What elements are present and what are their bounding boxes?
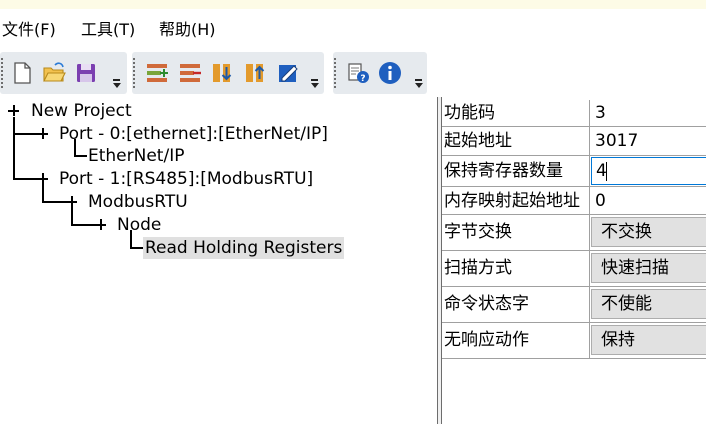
tree-node-node[interactable]: Node bbox=[117, 214, 161, 236]
add-port-icon[interactable] bbox=[144, 60, 170, 86]
prop-row: 保持寄存器数量 4 bbox=[442, 156, 706, 187]
toolbar-overflow-icon[interactable] bbox=[112, 79, 121, 89]
toolbar-overflow-icon[interactable] bbox=[310, 79, 319, 89]
prop-row: 命令状态字 不使能 bbox=[442, 287, 706, 323]
edit-icon[interactable] bbox=[276, 60, 302, 86]
toolbar-grip[interactable] bbox=[334, 58, 336, 88]
prop-name: 字节交换 bbox=[444, 222, 512, 242]
toolbar-overflow-icon[interactable] bbox=[414, 79, 423, 89]
menu-file[interactable]: 文件(F) bbox=[2, 19, 56, 41]
prop-row: 功能码 3 bbox=[442, 100, 706, 127]
prop-row: 起始地址 3017 bbox=[442, 127, 706, 156]
toolbar-area: ? bbox=[0, 51, 706, 96]
prop-name: 扫描方式 bbox=[444, 258, 512, 278]
prop-name: 无响应动作 bbox=[444, 330, 529, 350]
tree-node-read-holding-registers[interactable]: Read Holding Registers bbox=[143, 237, 345, 259]
toolbar-help: ? bbox=[333, 52, 427, 94]
scan-mode-combo[interactable]: 快速扫描 bbox=[591, 253, 706, 283]
save-icon[interactable] bbox=[73, 60, 99, 86]
prop-name: 起始地址 bbox=[444, 131, 512, 151]
register-count-input[interactable]: 4 bbox=[591, 157, 706, 185]
upload-icon[interactable] bbox=[243, 60, 269, 86]
collapse-icon[interactable] bbox=[37, 128, 48, 139]
prop-name: 保持寄存器数量 bbox=[444, 161, 563, 181]
prop-value[interactable]: 3017 bbox=[595, 130, 638, 152]
prop-name: 内存映射起始地址 bbox=[444, 191, 580, 211]
byte-swap-combo[interactable]: 不交换 bbox=[591, 217, 706, 247]
property-grid: 功能码 3 起始地址 3017 保持寄存器数量 4 内存映射起始地址 0 字节交… bbox=[441, 97, 706, 424]
prop-row: 字节交换 不交换 bbox=[442, 215, 706, 251]
menu-bar: 文件(F) 工具(T) 帮助(H) bbox=[0, 9, 706, 51]
toolbar-grip[interactable] bbox=[133, 58, 135, 88]
collapse-icon[interactable] bbox=[95, 219, 106, 230]
collapse-icon[interactable] bbox=[66, 196, 77, 207]
prop-name: 命令状态字 bbox=[444, 294, 529, 314]
toolbar-edit bbox=[132, 52, 324, 94]
toolbar-grip[interactable] bbox=[1, 58, 3, 88]
prop-value[interactable]: 0 bbox=[595, 190, 606, 212]
delete-icon[interactable] bbox=[177, 60, 203, 86]
new-file-icon[interactable] bbox=[9, 60, 35, 86]
tree-node-project[interactable]: New Project bbox=[31, 100, 132, 122]
toolbar-file bbox=[0, 52, 127, 94]
collapse-icon[interactable] bbox=[8, 105, 19, 116]
menu-help[interactable]: 帮助(H) bbox=[159, 19, 216, 41]
open-folder-icon[interactable] bbox=[41, 60, 67, 86]
tree-node-modbusrtu[interactable]: ModbusRTU bbox=[88, 191, 188, 213]
text-caret bbox=[606, 162, 607, 181]
tree-node-port0[interactable]: Port - 0:[ethernet]:[EtherNet/IP] bbox=[59, 123, 328, 145]
prop-name: 功能码 bbox=[444, 103, 495, 123]
collapse-icon[interactable] bbox=[37, 173, 48, 184]
command-status-combo[interactable]: 不使能 bbox=[591, 289, 706, 319]
prop-value[interactable]: 3 bbox=[595, 102, 606, 124]
help-icon[interactable]: ? bbox=[345, 60, 371, 86]
prop-row: 无响应动作 保持 bbox=[442, 323, 706, 359]
prop-row: 内存映射起始地址 0 bbox=[442, 187, 706, 215]
no-response-action-combo[interactable]: 保持 bbox=[591, 325, 706, 355]
tree-node-port1[interactable]: Port - 1:[RS485]:[ModbusRTU] bbox=[59, 168, 313, 190]
project-tree[interactable]: New Project Port - 0:[ethernet]:[EtherNe… bbox=[0, 97, 438, 424]
download-icon[interactable] bbox=[210, 60, 236, 86]
info-icon[interactable] bbox=[377, 60, 403, 86]
tree-node-ethernetip[interactable]: EtherNet/IP bbox=[88, 145, 184, 167]
svg-text:?: ? bbox=[360, 74, 365, 84]
title-strip bbox=[0, 0, 706, 9]
menu-tools[interactable]: 工具(T) bbox=[81, 19, 135, 41]
prop-row: 扫描方式 快速扫描 bbox=[442, 251, 706, 287]
